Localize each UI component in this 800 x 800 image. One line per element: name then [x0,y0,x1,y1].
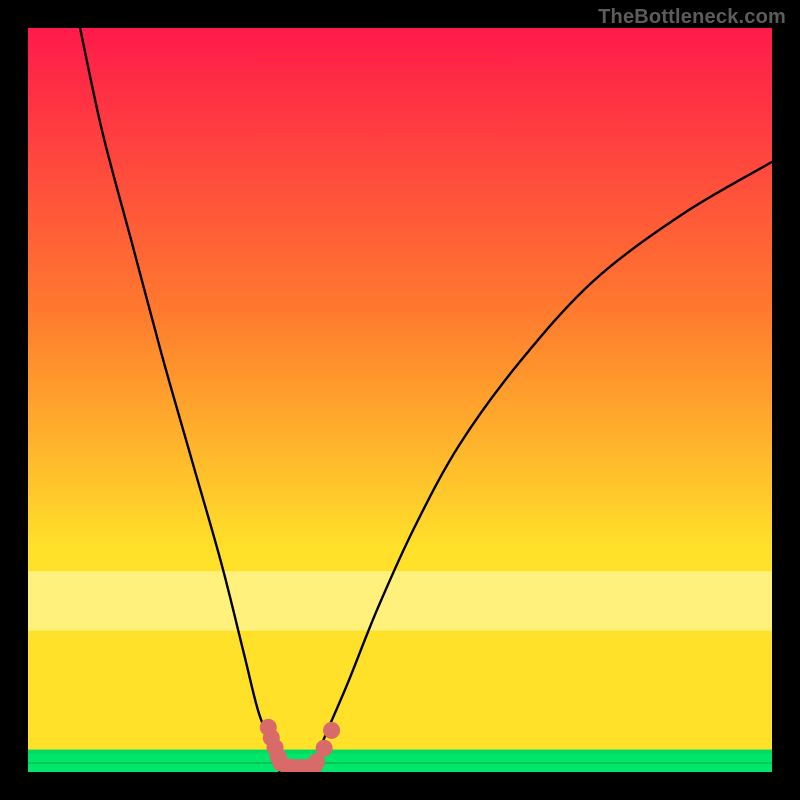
chart-svg [28,28,772,772]
plot-area [28,28,772,772]
marker-dot [316,740,333,757]
chart-frame: TheBottleneck.com [0,0,800,800]
pale-band [28,571,772,631]
attribution-text: TheBottleneck.com [598,6,786,29]
green-band-line [28,762,772,764]
gradient-background [28,28,772,772]
green-band-edge [28,750,772,754]
marker-dot [323,722,340,739]
